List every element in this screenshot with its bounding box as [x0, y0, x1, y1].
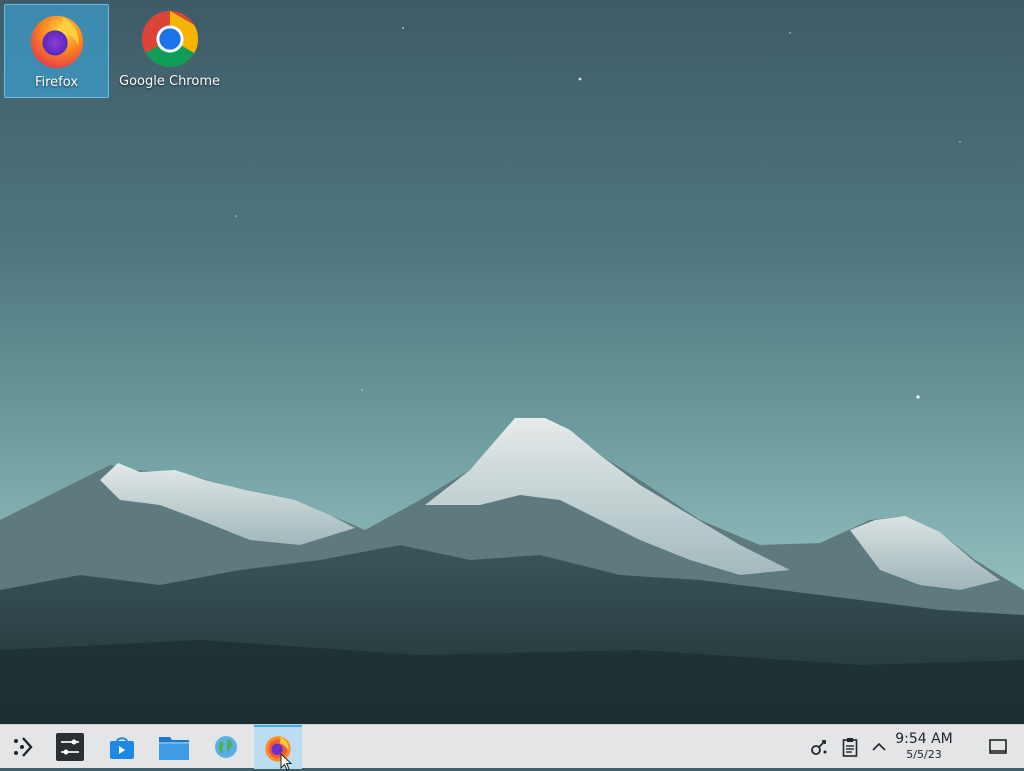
- taskbar-item-discover[interactable]: [98, 725, 146, 769]
- clipboard-icon: [842, 738, 858, 757]
- desktop-icon-google-chrome[interactable]: Google Chrome: [117, 4, 222, 98]
- mouse-cursor-icon: [280, 753, 292, 771]
- taskbar-item-web-browser[interactable]: [202, 725, 250, 769]
- show-desktop-icon: [989, 739, 1007, 754]
- desktop-icon-label: Google Chrome: [119, 74, 220, 89]
- application-launcher-icon: [14, 737, 33, 757]
- taskbar-item-system-settings[interactable]: [46, 725, 94, 769]
- chrome-icon: [141, 10, 198, 68]
- taskbar-item-dolphin[interactable]: [150, 725, 198, 769]
- clock-date: 5/5/23: [906, 748, 942, 761]
- desktop-icon-label: Firefox: [34, 75, 79, 90]
- dolphin-file-manager-icon: [159, 737, 189, 760]
- network-globe-icon: [215, 736, 237, 758]
- tray-clipboard[interactable]: [836, 725, 864, 769]
- tray-network[interactable]: [806, 725, 834, 769]
- digital-clock[interactable]: 9:54 AM 5/5/23: [884, 731, 964, 762]
- firefox-icon: [30, 15, 83, 69]
- desktop-wallpaper: [0, 0, 1024, 724]
- discover-store-icon: [110, 737, 134, 759]
- taskbar-item-firefox[interactable]: [254, 725, 302, 771]
- system-settings-icon: [56, 733, 84, 761]
- desktop-icon-firefox[interactable]: Firefox: [4, 4, 109, 98]
- show-desktop-button[interactable]: [984, 725, 1012, 769]
- application-launcher-button[interactable]: [0, 725, 48, 769]
- network-icon: [811, 740, 827, 755]
- clock-time: 9:54 AM: [895, 731, 953, 747]
- taskbar-panel: 9:54 AM 5/5/23: [0, 724, 1024, 771]
